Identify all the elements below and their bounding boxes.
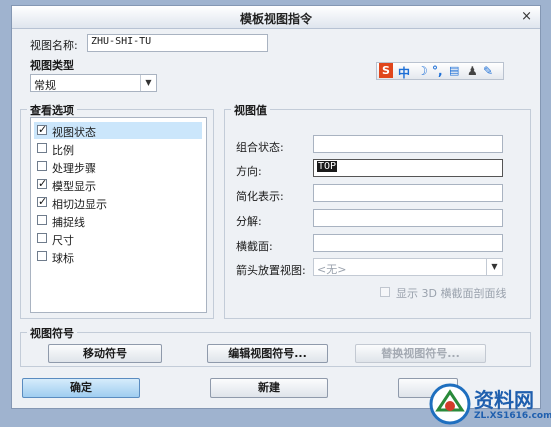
view-name-label: 视图名称: xyxy=(30,39,78,52)
simplified-rep-label: 简化表示: xyxy=(236,190,284,203)
arrow-view-value: <无> xyxy=(317,263,347,276)
edit-view-symbol-button[interactable]: 编辑视图符号... xyxy=(207,344,328,363)
show-3d-section-checkbox[interactable] xyxy=(380,287,390,297)
view-options-list: ✓ 视图状态 比例 处理步骤 ✓ 模型显示 ✓ 相切边显示 捕捉线 尺寸 球标 xyxy=(30,117,207,313)
list-item[interactable]: ✓ 视图状态 xyxy=(34,122,202,139)
list-item[interactable]: ✓ 相切边显示 xyxy=(34,194,202,211)
wrench-icon[interactable]: ✎ xyxy=(483,64,493,78)
checkbox[interactable] xyxy=(37,251,47,261)
replace-view-symbol-button[interactable]: 替换视图符号... xyxy=(355,344,486,363)
view-values-title: 视图值 xyxy=(231,102,270,118)
user-icon[interactable]: ♟ xyxy=(467,64,478,78)
arrow-view-dropdown[interactable]: <无> ▼ xyxy=(313,258,503,276)
checkbox[interactable] xyxy=(37,215,47,225)
dialog-title: 模板视图指令 xyxy=(239,12,312,26)
cross-section-input[interactable] xyxy=(313,234,503,252)
explode-input[interactable] xyxy=(313,209,503,227)
move-symbol-button[interactable]: 移动符号 xyxy=(48,344,162,363)
watermark-brand: 资料网 xyxy=(474,388,534,412)
combined-state-input[interactable] xyxy=(313,135,503,153)
title-bar: 模板视图指令 × xyxy=(12,6,540,29)
chevron-down-icon[interactable]: ▼ xyxy=(140,75,156,91)
list-item[interactable]: 比例 xyxy=(34,140,202,157)
new-button[interactable]: 新建 xyxy=(210,378,328,398)
checkbox[interactable] xyxy=(37,143,47,153)
template-view-dialog: 模板视图指令 × 视图名称: ZHU-SHI-TU 视图类型 常规 ▼ S 中 … xyxy=(11,5,541,409)
explode-label: 分解: xyxy=(236,215,262,228)
keyboard-icon[interactable]: ▤ xyxy=(449,64,459,77)
watermark-logo-icon xyxy=(429,383,471,425)
ime-mode-icon[interactable]: 中 xyxy=(398,64,410,81)
watermark-url: ZL.XS1616.com xyxy=(474,411,551,421)
watermark: 资料网 ZL.XS1616.com xyxy=(428,382,551,426)
moon-icon[interactable]: ☽ xyxy=(417,64,428,78)
checkbox-checked[interactable]: ✓ xyxy=(37,196,47,207)
orientation-value: TOP xyxy=(317,161,338,172)
view-type-dropdown[interactable]: 常规 ▼ xyxy=(30,74,157,92)
view-name-input[interactable]: ZHU-SHI-TU xyxy=(87,34,268,52)
checkbox[interactable] xyxy=(37,233,47,243)
punctuation-icon[interactable]: °, xyxy=(432,64,443,78)
ok-button[interactable]: 确定 xyxy=(22,378,140,398)
view-symbol-title: 视图符号 xyxy=(27,325,77,341)
view-options-title: 查看选项 xyxy=(27,102,77,118)
checkbox-checked[interactable]: ✓ xyxy=(37,178,47,189)
orientation-label: 方向: xyxy=(236,165,262,178)
list-item[interactable]: ✓ 模型显示 xyxy=(34,176,202,193)
simplified-rep-input[interactable] xyxy=(313,184,503,202)
cross-section-label: 横截面: xyxy=(236,240,273,253)
combined-state-label: 组合状态: xyxy=(236,141,284,154)
sogou-logo-icon[interactable]: S xyxy=(379,63,393,78)
view-type-title: 视图类型 xyxy=(30,59,74,72)
list-item[interactable]: 捕捉线 xyxy=(34,212,202,229)
checkbox[interactable] xyxy=(37,161,47,171)
list-item[interactable]: 处理步骤 xyxy=(34,158,202,175)
orientation-input[interactable]: TOP xyxy=(313,159,503,177)
show-3d-section-label: 显示 3D 横截面剖面线 xyxy=(396,287,507,300)
ime-toolbar: S 中 ☽ °, ▤ ♟ ✎ xyxy=(376,62,504,80)
list-item[interactable]: 球标 xyxy=(34,248,202,265)
checkbox-checked[interactable]: ✓ xyxy=(37,124,47,135)
chevron-down-icon[interactable]: ▼ xyxy=(486,259,502,275)
arrow-view-label: 箭头放置视图: xyxy=(236,264,306,277)
view-type-value: 常规 xyxy=(34,79,56,92)
close-icon[interactable]: × xyxy=(521,9,532,24)
list-item[interactable]: 尺寸 xyxy=(34,230,202,247)
